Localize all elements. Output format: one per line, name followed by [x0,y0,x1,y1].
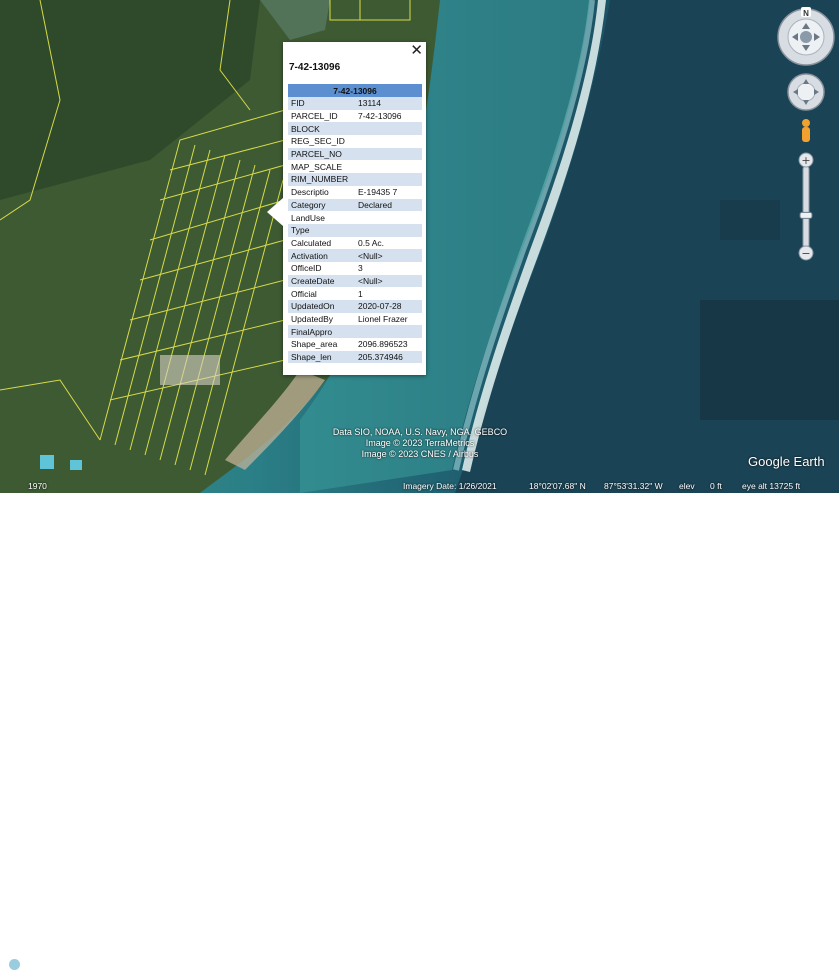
longitude: 87°53'31.32" W [604,481,663,491]
field-value [355,147,422,161]
field-value [355,223,422,237]
field-name: Calculated [288,236,355,250]
field-name: REG_SEC_ID [288,135,355,148]
elev-value: 0 ft [710,481,722,491]
field-name: Official [288,287,355,300]
popup-title: 7-42-13096 [289,62,341,73]
field-name: LandUse [288,211,355,224]
pegman-icon[interactable] [798,118,814,144]
field-value: <Null> [355,249,422,262]
move-control[interactable] [786,72,826,112]
eye-altitude: eye alt 13725 ft [742,481,801,491]
table-row: RIM_NUMBER [288,173,422,186]
field-value: E-19435 7 [355,185,422,199]
table-row: UpdatedBy Lionel Frazer [288,312,422,326]
field-value: 0.5 Ac. [355,236,422,250]
table-row: Activation <Null> [288,249,422,262]
historical-imagery-icon[interactable] [8,958,21,971]
field-value [355,160,422,174]
field-value: 7-42-13096 [355,109,422,123]
table-row: CreateDate <Null> [288,274,422,288]
status-bar: 1970 Imagery Date: 1/26/2021 18°02'07.68… [0,477,839,971]
field-name: UpdatedBy [288,312,355,326]
attribution-line: Data SIO, NOAA, U.S. Navy, NGA, GEBCO [332,427,508,437]
field-name: BLOCK [288,122,355,136]
field-value: 1 [355,287,422,300]
north-label[interactable]: N [803,9,809,18]
year-label: 1970 [28,481,47,491]
table-row: BLOCK [288,122,422,136]
table-row: Descriptio E-19435 7 [288,185,422,199]
field-name: PARCEL_ID [288,109,355,123]
parcel-info-popup: ✕ 7-42-13096 7-42-13096 FID 13114 PARCEL_I… [267,42,426,375]
field-value: 2096.896523 [355,338,422,351]
field-value: 2020-07-28 [355,300,422,313]
field-name: Shape_len [288,350,355,364]
field-name: FinalAppro [288,325,355,339]
field-value: Declared [355,198,422,212]
field-name: OfficeID [288,261,355,275]
latitude: 18°02'07.68" N [529,481,586,491]
table-row: Shape_area 2096.896523 [288,338,422,351]
attribute-table: 7-42-13096 FID 13114 PARCEL_ID 7-42-13096 BL… [288,84,422,364]
table-row: Type [288,223,422,237]
elev-label: elev [679,481,695,491]
field-name: UpdatedOn [288,300,355,313]
table-row: Official 1 [288,287,422,300]
field-name: PARCEL_NO [288,147,355,161]
field-value: <Null> [355,274,422,288]
look-around-control[interactable]: N [776,6,836,66]
field-value [355,325,422,339]
table-header: 7-42-13096 [288,84,422,97]
field-value: 3 [355,261,422,275]
table-row: FinalAppro [288,325,422,339]
google-earth-logo: Google Earth [748,454,825,469]
field-name: Shape_area [288,338,355,351]
field-value [355,173,422,186]
field-name: CreateDate [288,274,355,288]
close-icon[interactable]: ✕ [410,42,423,59]
table-row: REG_SEC_ID [288,135,422,148]
attribution-line: Image © 2023 TerraMetrics [365,438,475,448]
field-value: 13114 [355,97,422,110]
zoom-out-icon: − [801,247,810,260]
table-row: MAP_SCALE [288,160,422,174]
field-name: Descriptio [288,185,355,199]
field-value: Lionel Frazer [355,312,422,326]
table-row: UpdatedOn 2020-07-28 [288,300,422,313]
table-row: Calculated 0.5 Ac. [288,236,422,250]
field-value [355,122,422,136]
field-name: Type [288,223,355,237]
zoom-slider[interactable]: + − [798,152,814,262]
imagery-attribution: Data SIO, NOAA, U.S. Navy, NGA, GEBCO Im… [292,427,548,460]
field-value [355,135,422,148]
field-name: MAP_SCALE [288,160,355,174]
field-name: Category [288,198,355,212]
field-name: FID [288,97,355,110]
table-row: OfficeID 3 [288,261,422,275]
imagery-date: Imagery Date: 1/26/2021 [403,481,497,491]
table-row: PARCEL_NO [288,147,422,161]
field-name: Activation [288,249,355,262]
zoom-slider-thumb [799,211,813,219]
field-name: RIM_NUMBER [288,173,355,186]
zoom-in-icon: + [801,154,810,167]
field-value [355,211,422,224]
table-row: PARCEL_ID 7-42-13096 [288,109,422,123]
attribution-line: Image © 2023 CNES / Airbus [361,449,479,459]
field-value: 205.374946 [355,350,422,364]
table-row: FID 13114 [288,97,422,110]
table-row: Category Declared [288,198,422,212]
table-row: Shape_len 205.374946 [288,350,422,364]
table-row: LandUse [288,211,422,224]
